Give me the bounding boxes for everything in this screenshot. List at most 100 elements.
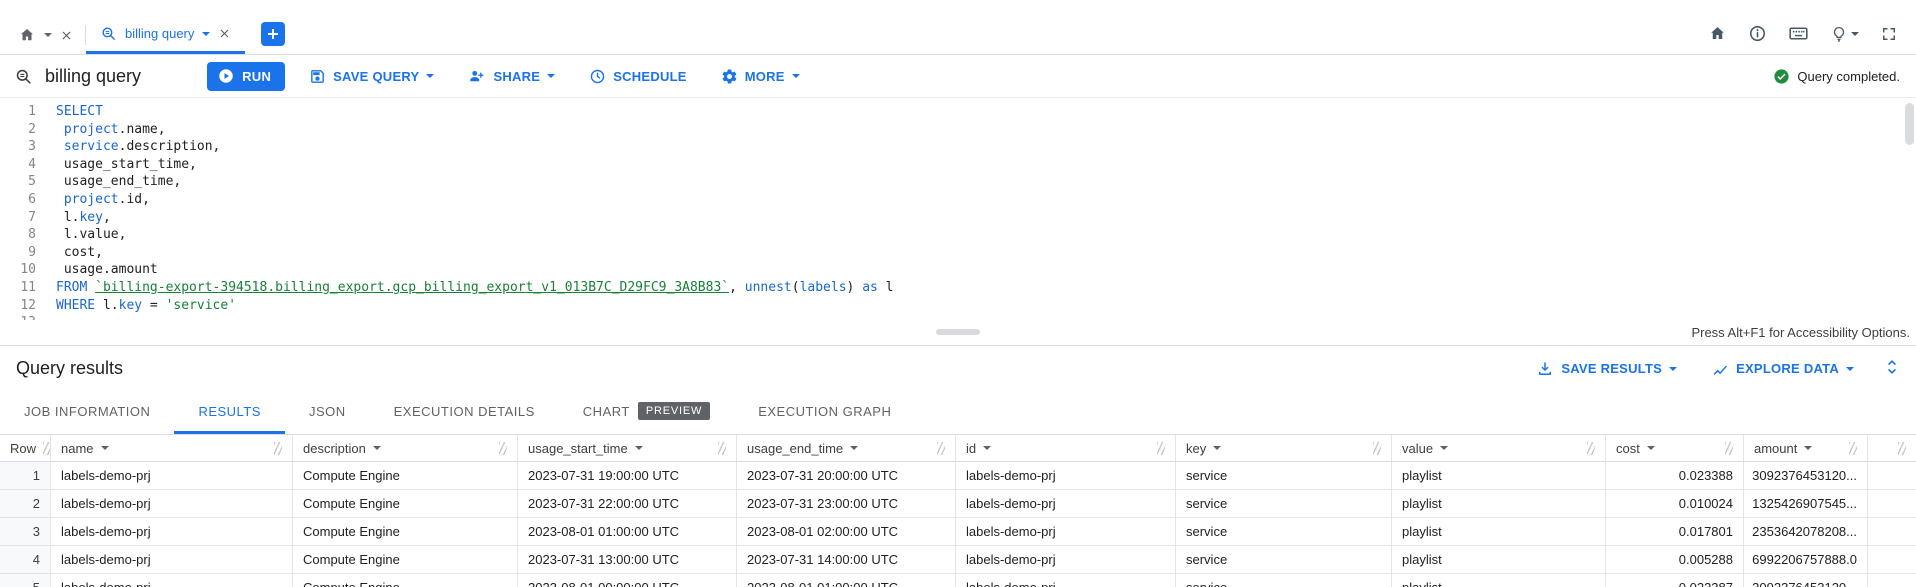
code-token: , bbox=[103, 210, 111, 225]
clock-icon bbox=[589, 68, 606, 85]
cell-usage_end_time: 2023-08-01 02:00:00 UTC bbox=[737, 518, 956, 546]
cell-filler bbox=[1868, 574, 1916, 587]
column-resize-handle[interactable] bbox=[1373, 442, 1381, 455]
code-token: key bbox=[79, 210, 102, 225]
tab-title: billing query bbox=[125, 26, 194, 41]
run-button[interactable]: RUN bbox=[207, 62, 285, 91]
table-reference-link[interactable]: `billing-export-394518.billing_export.gc… bbox=[95, 280, 729, 295]
cell-description: Compute Engine bbox=[293, 546, 518, 574]
column-header-value[interactable]: value bbox=[1392, 435, 1606, 462]
results-header: Query results SAVE RESULTS EXPLORE DATA bbox=[0, 346, 1916, 391]
editor-code-line: l.key, bbox=[56, 209, 1916, 227]
tab-execution-details[interactable]: EXECUTION DETAILS bbox=[370, 391, 559, 434]
close-tab-icon[interactable] bbox=[60, 29, 73, 42]
cell-key: service bbox=[1176, 518, 1392, 546]
column-resize-handle[interactable] bbox=[1157, 442, 1165, 455]
more-button[interactable]: MORE bbox=[711, 61, 810, 91]
tab-chart[interactable]: CHARTPREVIEW bbox=[559, 391, 734, 434]
column-resize-handle[interactable] bbox=[1725, 442, 1733, 455]
column-header-amount[interactable]: amount bbox=[1744, 435, 1868, 462]
fullscreen-icon[interactable] bbox=[1880, 25, 1898, 43]
column-menu-caret-icon[interactable] bbox=[101, 446, 109, 450]
tab-results[interactable]: RESULTS bbox=[174, 391, 285, 434]
plus-icon bbox=[266, 27, 280, 41]
column-label: usage_start_time bbox=[528, 441, 628, 456]
column-menu-caret-icon[interactable] bbox=[635, 446, 643, 450]
column-resize-handle[interactable] bbox=[499, 442, 507, 455]
keyboard-icon[interactable] bbox=[1788, 23, 1809, 44]
chevron-down-icon[interactable] bbox=[44, 33, 52, 37]
column-header-row: Row bbox=[0, 435, 51, 462]
resize-handle[interactable] bbox=[936, 329, 980, 335]
tab-execution-graph[interactable]: EXECUTION GRAPH bbox=[734, 391, 915, 434]
new-tab-button[interactable] bbox=[261, 22, 285, 46]
cell-name: labels-demo-prj bbox=[51, 490, 293, 518]
column-header-usage_end_time[interactable]: usage_end_time bbox=[737, 435, 956, 462]
chart-icon bbox=[1711, 360, 1729, 378]
chevron-down-icon bbox=[1669, 367, 1677, 371]
close-tab-icon[interactable] bbox=[218, 27, 231, 40]
editor-line-number: 4 bbox=[0, 156, 36, 174]
column-menu-caret-icon[interactable] bbox=[983, 446, 991, 450]
column-menu-caret-icon[interactable] bbox=[1440, 446, 1448, 450]
column-menu-caret-icon[interactable] bbox=[1213, 446, 1221, 450]
explore-data-button[interactable]: EXPLORE DATA bbox=[1701, 354, 1864, 384]
tab-job-information[interactable]: JOB INFORMATION bbox=[0, 391, 174, 434]
expand-results-button[interactable] bbox=[1878, 353, 1906, 384]
lightbulb-icon bbox=[1830, 25, 1848, 43]
chevron-down-icon[interactable] bbox=[202, 32, 210, 36]
column-header-description[interactable]: description bbox=[293, 435, 518, 462]
code-token: .id, bbox=[119, 192, 150, 207]
code-token: project bbox=[64, 122, 119, 137]
column-menu-caret-icon[interactable] bbox=[1647, 446, 1655, 450]
tab-billing-query[interactable]: billing query bbox=[86, 16, 245, 54]
column-header-key[interactable]: key bbox=[1176, 435, 1392, 462]
code-token: usage_start_time, bbox=[56, 157, 197, 172]
editor-line-number: 7 bbox=[0, 209, 36, 227]
column-header-cost[interactable]: cost bbox=[1606, 435, 1744, 462]
cell-name: labels-demo-prj bbox=[51, 574, 293, 587]
column-resize-handle[interactable] bbox=[43, 442, 51, 455]
info-icon[interactable] bbox=[1748, 24, 1767, 43]
column-menu-caret-icon[interactable] bbox=[373, 446, 381, 450]
explore-data-label: EXPLORE DATA bbox=[1736, 361, 1839, 376]
save-results-button[interactable]: SAVE RESULTS bbox=[1526, 354, 1687, 384]
column-resize-handle[interactable] bbox=[1849, 442, 1857, 455]
assistant-menu[interactable] bbox=[1830, 25, 1859, 43]
save-query-button[interactable]: SAVE QUERY bbox=[299, 61, 444, 91]
column-menu-caret-icon[interactable] bbox=[850, 446, 858, 450]
column-header-id[interactable]: id bbox=[956, 435, 1176, 462]
code-token: cost, bbox=[56, 245, 103, 260]
cell-cost: 0.023387 bbox=[1606, 574, 1744, 587]
unfold-more-icon bbox=[1882, 357, 1902, 377]
home-tab[interactable] bbox=[6, 16, 85, 54]
column-header-name[interactable]: name bbox=[51, 435, 293, 462]
tab-json[interactable]: JSON bbox=[285, 391, 370, 434]
column-header-usage_start_time[interactable]: usage_start_time bbox=[518, 435, 737, 462]
column-resize-handle[interactable] bbox=[937, 442, 945, 455]
code-token: as bbox=[862, 280, 878, 295]
code-token: ( bbox=[792, 280, 800, 295]
column-resize-handle[interactable] bbox=[274, 442, 282, 455]
column-label: id bbox=[966, 441, 976, 456]
person-add-icon bbox=[468, 67, 486, 85]
home-icon[interactable] bbox=[1708, 24, 1727, 43]
more-label: MORE bbox=[745, 69, 785, 84]
sql-editor[interactable]: SELECT project.name, service.description… bbox=[46, 103, 1916, 320]
code-token bbox=[56, 122, 64, 137]
table-row: 4labels-demo-prjCompute Engine2023-07-31… bbox=[0, 546, 1916, 574]
column-resize-handle[interactable] bbox=[1587, 442, 1595, 455]
code-token: l.value, bbox=[56, 227, 126, 242]
code-token: l bbox=[878, 280, 894, 295]
column-menu-caret-icon[interactable] bbox=[1804, 446, 1812, 450]
share-button[interactable]: SHARE bbox=[458, 61, 565, 91]
query-icon bbox=[100, 25, 117, 42]
chevron-down-icon bbox=[792, 74, 800, 78]
column-resize-handle[interactable] bbox=[1898, 442, 1906, 455]
cell-key: service bbox=[1176, 490, 1392, 518]
save-icon bbox=[309, 68, 326, 85]
schedule-label: SCHEDULE bbox=[613, 69, 687, 84]
editor-scrollbar[interactable] bbox=[1905, 103, 1914, 145]
column-resize-handle[interactable] bbox=[718, 442, 726, 455]
schedule-button[interactable]: SCHEDULE bbox=[579, 61, 697, 91]
